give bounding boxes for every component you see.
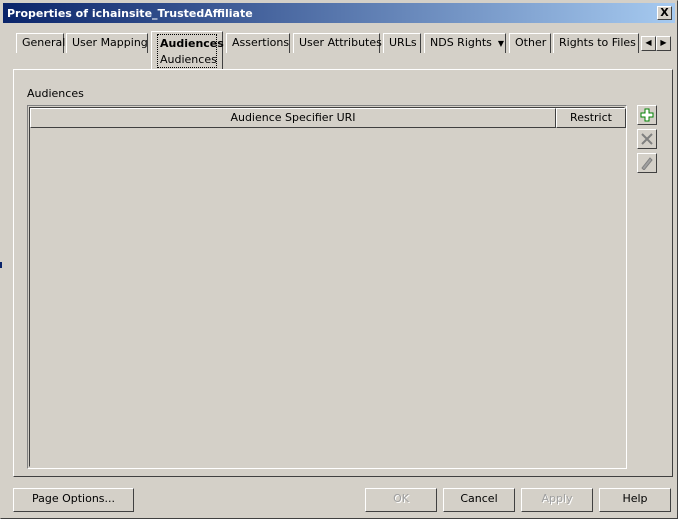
column-header-audience-uri[interactable]: Audience Specifier URI bbox=[30, 108, 556, 128]
cancel-button[interactable]: Cancel bbox=[443, 488, 515, 512]
ok-button[interactable]: OK bbox=[365, 488, 437, 512]
title-bar[interactable]: Properties of ichainsite_TrustedAffiliat… bbox=[3, 3, 675, 23]
add-icon bbox=[640, 108, 654, 122]
help-button[interactable]: Help bbox=[599, 488, 671, 512]
tab-urls[interactable]: URLs bbox=[383, 33, 421, 53]
tab-other[interactable]: Other bbox=[509, 33, 551, 53]
tab-nds-rights[interactable]: NDS Rights ▼ bbox=[424, 33, 506, 53]
tab-audiences-sublabel: Audiences bbox=[160, 53, 217, 66]
audiences-table[interactable]: Audience Specifier URI Restrict bbox=[27, 105, 627, 469]
add-button[interactable] bbox=[637, 105, 657, 125]
edit-button[interactable] bbox=[637, 153, 657, 173]
tab-scroll-left-button[interactable]: ◀ bbox=[641, 36, 656, 51]
page-options-button[interactable]: Page Options... bbox=[13, 488, 134, 512]
close-button[interactable]: X bbox=[657, 6, 672, 20]
close-icon: X bbox=[660, 6, 669, 19]
delete-icon bbox=[641, 133, 653, 145]
tab-scroll-buttons: ◀ ▶ bbox=[641, 36, 671, 51]
audiences-table-body[interactable]: Audience Specifier URI Restrict bbox=[29, 107, 626, 467]
delete-button[interactable] bbox=[637, 129, 657, 149]
tab-user-mapping[interactable]: User Mapping bbox=[66, 33, 148, 53]
tab-rights-to-files[interactable]: Rights to Files a bbox=[553, 33, 639, 53]
apply-button[interactable]: Apply bbox=[521, 488, 593, 512]
chevron-down-icon: ▼ bbox=[497, 39, 505, 48]
tab-scroll-right-button[interactable]: ▶ bbox=[656, 36, 671, 51]
tab-general[interactable]: General bbox=[16, 33, 65, 53]
right-arrow-icon: ▶ bbox=[660, 38, 667, 47]
tab-assertions[interactable]: Assertions bbox=[226, 33, 290, 53]
window-title: Properties of ichainsite_TrustedAffiliat… bbox=[7, 6, 253, 20]
edit-icon bbox=[641, 157, 653, 170]
column-header-restrict[interactable]: Restrict bbox=[556, 108, 626, 128]
tab-audiences-focus: Audiences Audiences bbox=[157, 34, 224, 68]
tab-user-attributes[interactable]: User Attributes bbox=[293, 33, 382, 53]
tab-strip: General User Mapping Audiences Audiences… bbox=[13, 31, 673, 71]
left-arrow-icon: ◀ bbox=[645, 38, 652, 47]
section-label: Audiences bbox=[27, 87, 84, 100]
background-edge bbox=[0, 262, 2, 268]
tab-audiences[interactable]: Audiences Audiences bbox=[151, 31, 224, 69]
properties-dialog: Properties of ichainsite_TrustedAffiliat… bbox=[0, 0, 678, 519]
